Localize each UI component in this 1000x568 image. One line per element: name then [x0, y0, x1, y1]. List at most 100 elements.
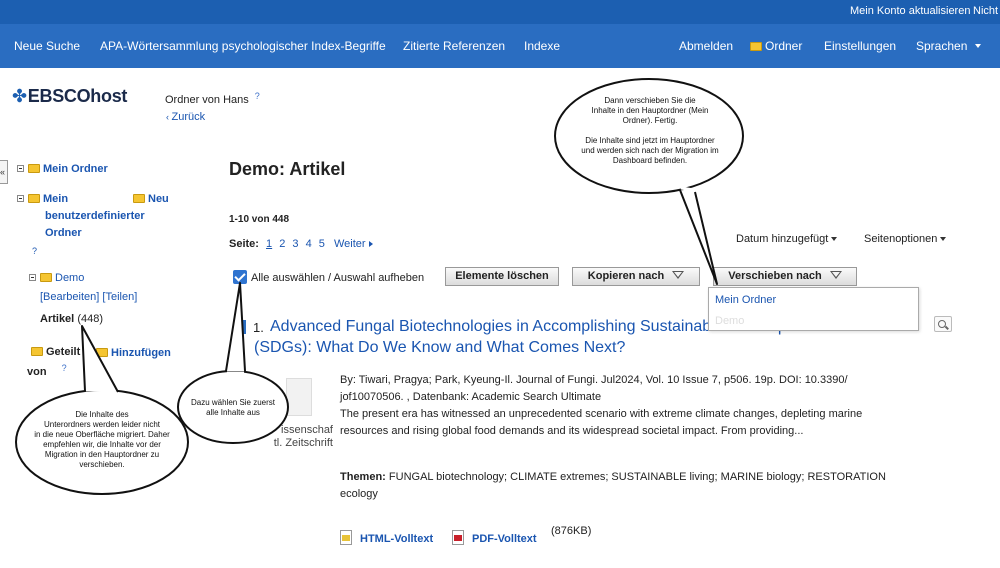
next-label: Weiter: [333, 238, 366, 250]
sidebar-my-folder[interactable]: Mein Ordner: [17, 163, 108, 175]
nav-thesaurus[interactable]: APA-Wörtersammlung psychologischer Index…: [100, 39, 386, 53]
sidebar-folder-demo[interactable]: Demo: [29, 272, 84, 284]
help-link[interactable]: ?: [255, 91, 260, 101]
chevron-right-icon: [368, 241, 373, 247]
ebscohost-logo[interactable]: ✤EBSCOhost: [12, 86, 127, 107]
new-folder-label: Neu: [148, 193, 169, 205]
page-link-5[interactable]: 5: [319, 238, 325, 250]
articles-count: (448): [77, 313, 103, 325]
custom-folders-line2: benutzerdefinierter: [45, 210, 145, 222]
folder-icon: [40, 273, 52, 282]
themes-line2: ecology: [340, 488, 378, 500]
logo-text: EBSCOhost: [27, 86, 128, 106]
pdf-fulltext-link[interactable]: PDF-Volltext: [452, 527, 537, 545]
callout-select-line1: Dazu wählen Sie zuerst: [190, 398, 276, 407]
nav-languages[interactable]: Sprachen: [916, 39, 982, 53]
checkbox-checked-icon[interactable]: [233, 270, 247, 284]
citation-line1: By: Tiwari, Pragya; Park, Kyeung-Il. Jou…: [340, 374, 848, 386]
abstract-line2: resources and rising global food demands…: [340, 425, 804, 437]
share-link[interactable]: [Teilen]: [102, 291, 137, 303]
sidebar-help-link[interactable]: ?: [32, 246, 37, 256]
new-folder-button[interactable]: Neu: [133, 193, 169, 205]
callout-sub-line4: empfehlen wir, die Inhalte vor der: [43, 440, 161, 449]
toggle-minus-icon[interactable]: [29, 274, 36, 281]
delete-items-button[interactable]: Elemente löschen: [445, 267, 559, 286]
not-link[interactable]: Nicht: [973, 5, 998, 17]
page-link-2[interactable]: 2: [279, 238, 285, 250]
custom-folders-text3: Ordner: [45, 227, 82, 239]
pub-type-line2: tl. Zeitschrift: [273, 437, 333, 449]
page-title: Demo: Artikel: [229, 159, 346, 179]
callout-move-line4: Die Inhalte sind jetzt im Hauptordner: [585, 136, 715, 145]
custom-folders-line3: Ordner: [45, 227, 82, 239]
top-bar: Mein Konto aktualisieren Nicht: [0, 0, 1000, 24]
html-fulltext-link[interactable]: HTML-Volltext: [340, 527, 433, 545]
select-all-label: Alle auswählen / Auswahl aufheben: [251, 272, 425, 284]
toggle-minus-icon[interactable]: [17, 195, 24, 202]
triangle-down-icon: [672, 271, 685, 279]
callout-subfolder-pointer: [81, 325, 119, 393]
update-account-link[interactable]: Mein Konto aktualisieren: [850, 5, 970, 17]
preview-magnifier-icon[interactable]: [934, 316, 952, 332]
callout-sub-line6: verschieben.: [79, 460, 125, 469]
move-to-menu: Mein Ordner Demo: [708, 287, 919, 331]
callout-move-line1: Dann verschieben Sie die: [604, 96, 696, 105]
themes-line1: FUNGAL biotechnology; CLIMATE extremes; …: [388, 471, 886, 483]
shared-help-link[interactable]: ?: [62, 363, 67, 373]
menu-item-my-folder[interactable]: Mein Ordner: [715, 294, 776, 306]
sidebar-custom-folders[interactable]: Mein: [17, 193, 68, 205]
page-label: Seite:: [229, 238, 259, 250]
nav-new-search[interactable]: Neue Suche: [14, 39, 80, 53]
select-all-checkbox[interactable]: Alle auswählen / Auswahl aufheben: [233, 267, 424, 284]
collapse-sidebar-button[interactable]: «: [0, 160, 8, 184]
folder-icon: [28, 194, 40, 203]
folder-icon: [133, 194, 145, 203]
callout-move-text: Dann verschieben Sie die Inhalte in den …: [565, 96, 735, 166]
pdf-document-icon: [452, 530, 464, 545]
folder-owner-heading: Ordner von Hans?: [165, 91, 260, 106]
citation-line2: jof10070506. , Datenbank: Academic Searc…: [340, 391, 602, 403]
back-link[interactable]: ‹ Zurück: [166, 111, 205, 123]
sidebar-shared[interactable]: Geteilt: [31, 346, 80, 358]
result-count: 1-10 von 448: [229, 214, 290, 225]
callout-select-line2: alle Inhalte aus: [206, 408, 260, 417]
pagination: Seite: 1 2 3 4 5 Weiter: [229, 238, 373, 250]
caret-down-icon: [975, 44, 982, 48]
nav-folder-label: Ordner: [765, 39, 803, 53]
folder-icon: [750, 42, 762, 51]
page-link-3[interactable]: 3: [292, 238, 298, 250]
nav-folder[interactable]: Ordner: [750, 39, 802, 53]
move-to-button[interactable]: Verschieben nach: [713, 267, 857, 286]
page-link-4[interactable]: 4: [306, 238, 312, 250]
callout-move-line3: Ordner). Fertig.: [622, 116, 678, 125]
publication-type-label: issenschaf tl. Zeitschrift: [255, 424, 333, 450]
sort-label: Datum hinzugefügt: [736, 233, 829, 245]
caret-down-icon: [940, 237, 947, 241]
sort-dropdown[interactable]: Datum hinzugefügt: [736, 233, 838, 245]
shared-label: Geteilt: [46, 346, 81, 358]
callout-sub-line2: Unterordners werden leider nicht: [43, 420, 161, 429]
add-shared-button[interactable]: Hinzufügen: [96, 347, 171, 359]
nav-languages-label: Sprachen: [916, 39, 968, 53]
page-link-1[interactable]: 1: [266, 238, 272, 250]
themes-label: Themen:: [340, 471, 386, 483]
nav-indexes[interactable]: Indexe: [524, 39, 560, 53]
copy-to-button[interactable]: Kopieren nach: [572, 267, 700, 286]
triangle-down-icon: [829, 271, 842, 279]
result-citation: By: Tiwari, Pragya; Park, Kyeung-Il. Jou…: [340, 372, 940, 440]
page-options-dropdown[interactable]: Seitenoptionen: [864, 233, 947, 245]
folder-icon: [31, 347, 43, 356]
nav-settings[interactable]: Einstellungen: [824, 39, 896, 53]
custom-folders-line1: Mein: [43, 193, 69, 205]
sidebar-folder-actions: [Bearbeiten] [Teilen]: [40, 291, 137, 303]
callout-subfolder-text: Die Inhalte des Unterordners werden leid…: [20, 410, 184, 470]
toggle-minus-icon[interactable]: [17, 165, 24, 172]
menu-item-demo: Demo: [715, 315, 745, 327]
result-title-line2: (SDGs): What Do We Know and What Comes N…: [254, 339, 626, 356]
edit-link[interactable]: [Bearbeiten]: [40, 291, 99, 303]
sidebar-articles[interactable]: Artikel (448): [40, 313, 103, 325]
nav-logout[interactable]: Abmelden: [679, 39, 733, 53]
demo-label: Demo: [55, 272, 85, 284]
next-page-link[interactable]: Weiter: [334, 238, 373, 250]
nav-cited-references[interactable]: Zitierte Referenzen: [403, 39, 505, 53]
